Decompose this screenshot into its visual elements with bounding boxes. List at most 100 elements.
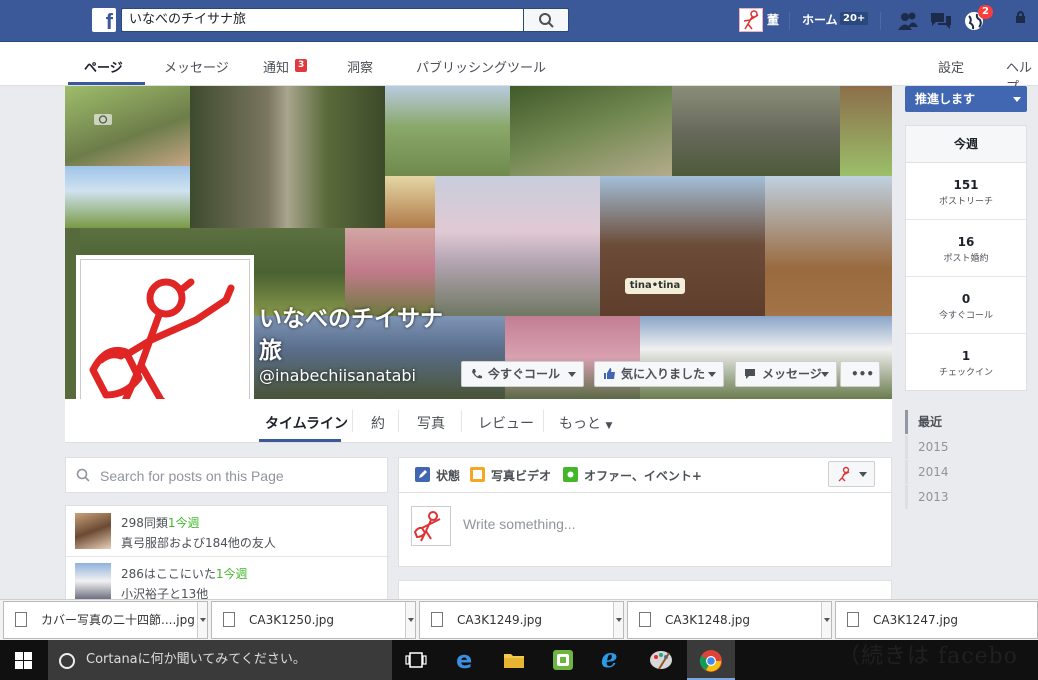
tab-publishing-tools[interactable]: パブリッシングツール xyxy=(416,57,546,76)
stat-post-engagement-value[interactable]: 16 xyxy=(905,235,1027,249)
tab-notifications[interactable]: 通知 xyxy=(263,57,289,76)
tab-photos[interactable]: 写真 xyxy=(417,413,445,433)
stat-post-reach-value[interactable]: 151 xyxy=(905,178,1027,192)
chevron-down-icon xyxy=(859,472,867,477)
download-options-button[interactable] xyxy=(821,602,831,638)
file-icon xyxy=(639,612,651,627)
tab-status[interactable]: 状態 xyxy=(436,467,460,484)
pencil-icon xyxy=(415,467,430,482)
likes-friends-text[interactable]: 真弓服部および184他の友人 xyxy=(121,534,276,551)
search-button[interactable] xyxy=(523,8,569,32)
divider xyxy=(352,410,353,432)
chevron-down-icon: ▼ xyxy=(605,421,613,431)
stat-checkins-value[interactable]: 1 xyxy=(905,349,1027,363)
download-filename: カバー写真の二十四節....jpg xyxy=(41,613,195,627)
composer-input[interactable]: Write something... xyxy=(463,516,576,532)
home-link[interactable]: ホーム xyxy=(802,11,838,28)
likes-weekly-delta: 1今週 xyxy=(167,516,200,530)
divider xyxy=(880,12,881,30)
evernote-icon[interactable] xyxy=(552,649,574,671)
change-cover-camera-icon[interactable] xyxy=(93,110,113,125)
download-filename: CA3K1248.jpg xyxy=(665,613,751,627)
profile-name-link[interactable]: 董 xyxy=(767,11,779,28)
cortana-search-box[interactable]: Cortanaに何か聞いてみてください。 xyxy=(48,640,392,680)
background-text: （続きは facebo xyxy=(838,644,1018,669)
year-recent[interactable]: 最近 xyxy=(905,410,1005,434)
download-item[interactable]: CA3K1250.jpg xyxy=(211,601,416,639)
photo-video-icon xyxy=(470,467,485,482)
home-count-badge: 20+ xyxy=(840,12,869,25)
tab-about[interactable]: 約 xyxy=(371,413,385,433)
download-item[interactable]: CA3K1249.jpg xyxy=(419,601,624,639)
tab-reviews[interactable]: レビュー xyxy=(478,413,534,433)
page-title[interactable]: いなべのチイサナ旅 xyxy=(259,303,459,367)
post-as-selector[interactable] xyxy=(828,461,875,487)
chrome-taskbar-button[interactable] xyxy=(687,640,735,680)
friend-avatar[interactable] xyxy=(75,513,111,549)
promote-button[interactable]: 推進します xyxy=(905,86,1027,112)
download-item[interactable]: CA3K1248.jpg xyxy=(627,601,832,639)
page-handle: @inabechiisanatabi xyxy=(259,366,416,385)
windows-start-icon[interactable] xyxy=(15,652,32,669)
stat-calls-value[interactable]: 0 xyxy=(905,292,1027,306)
internet-explorer-icon[interactable]: e xyxy=(601,646,627,672)
download-options-button[interactable] xyxy=(613,602,623,638)
divider xyxy=(906,219,1026,220)
tab-page[interactable]: ページ xyxy=(84,57,123,76)
divider xyxy=(461,410,462,432)
year-2014[interactable]: 2014 xyxy=(905,460,1005,484)
stats-header: 今週 xyxy=(906,126,1026,163)
user-avatar[interactable] xyxy=(739,8,763,32)
tab-timeline[interactable]: タイムライン xyxy=(265,413,348,433)
download-item[interactable]: カバー写真の二十四節....jpg xyxy=(3,601,208,639)
download-filename: CA3K1250.jpg xyxy=(249,613,335,627)
edge-browser-icon[interactable]: e xyxy=(456,648,480,672)
settings-link[interactable]: 設定 xyxy=(938,57,964,76)
friend-avatar[interactable] xyxy=(75,563,111,599)
task-view-icon[interactable] xyxy=(405,651,427,669)
file-explorer-icon[interactable] xyxy=(503,651,525,669)
paint-icon[interactable] xyxy=(649,649,673,671)
more-options-button[interactable]: ••• xyxy=(840,361,880,387)
tab-more-label: もっと xyxy=(559,416,601,432)
shop-sign: tina•tina xyxy=(625,278,685,294)
active-tab-indicator xyxy=(259,439,341,442)
message-button[interactable]: メッセージ xyxy=(735,361,837,387)
year-2015[interactable]: 2015 xyxy=(905,435,1005,459)
chevron-down-icon[interactable] xyxy=(1013,97,1021,102)
liked-label: 気に入りました xyxy=(621,367,706,381)
stat-checkins-label: チェックイン xyxy=(938,368,993,378)
privacy-lock-icon[interactable] xyxy=(1014,9,1028,23)
friend-requests-icon[interactable] xyxy=(896,10,920,32)
download-options-button[interactable] xyxy=(405,602,415,638)
cortana-icon xyxy=(59,653,75,669)
divider xyxy=(543,410,544,432)
facebook-logo-icon[interactable]: f xyxy=(92,8,116,32)
tab-insights[interactable]: 洞察 xyxy=(347,57,373,76)
message-label: メッセージ xyxy=(762,367,822,381)
checkins-stat[interactable]: 286はここにいた1今週 xyxy=(121,565,248,582)
checkins-weekly-delta: 1今週 xyxy=(215,567,248,581)
tab-more[interactable]: もっと ▼ xyxy=(559,413,612,433)
offer-event-icon xyxy=(563,467,578,482)
stat-post-engagement-label: ポスト婚約 xyxy=(943,254,989,264)
divider xyxy=(906,333,1026,334)
tab-messages[interactable]: メッセージ xyxy=(164,57,229,76)
notification-count-badge: 2 xyxy=(978,5,993,19)
download-item[interactable]: CA3K1247.jpg xyxy=(835,601,1038,639)
search-input[interactable]: いなべのチイサナ旅 xyxy=(121,8,523,32)
tab-offer-event[interactable]: オファー、イベント+ xyxy=(584,467,702,484)
chat-bubble-icon xyxy=(745,369,755,379)
tab-photo-video[interactable]: 写真ビデオ xyxy=(491,467,551,484)
divider xyxy=(906,276,1026,277)
likes-stat[interactable]: 298同類1今週 xyxy=(121,514,200,531)
download-options-button[interactable] xyxy=(197,602,207,638)
year-2013[interactable]: 2013 xyxy=(905,485,1005,509)
download-filename: CA3K1247.jpg xyxy=(873,613,959,627)
liked-button[interactable]: 気に入りました xyxy=(594,361,724,387)
page-activity-box xyxy=(65,505,388,605)
likes-stat-text: 298同類 xyxy=(121,516,168,530)
search-icon xyxy=(539,13,554,28)
call-now-button[interactable]: 今すぐコール xyxy=(461,361,584,387)
messages-icon[interactable] xyxy=(929,10,953,32)
